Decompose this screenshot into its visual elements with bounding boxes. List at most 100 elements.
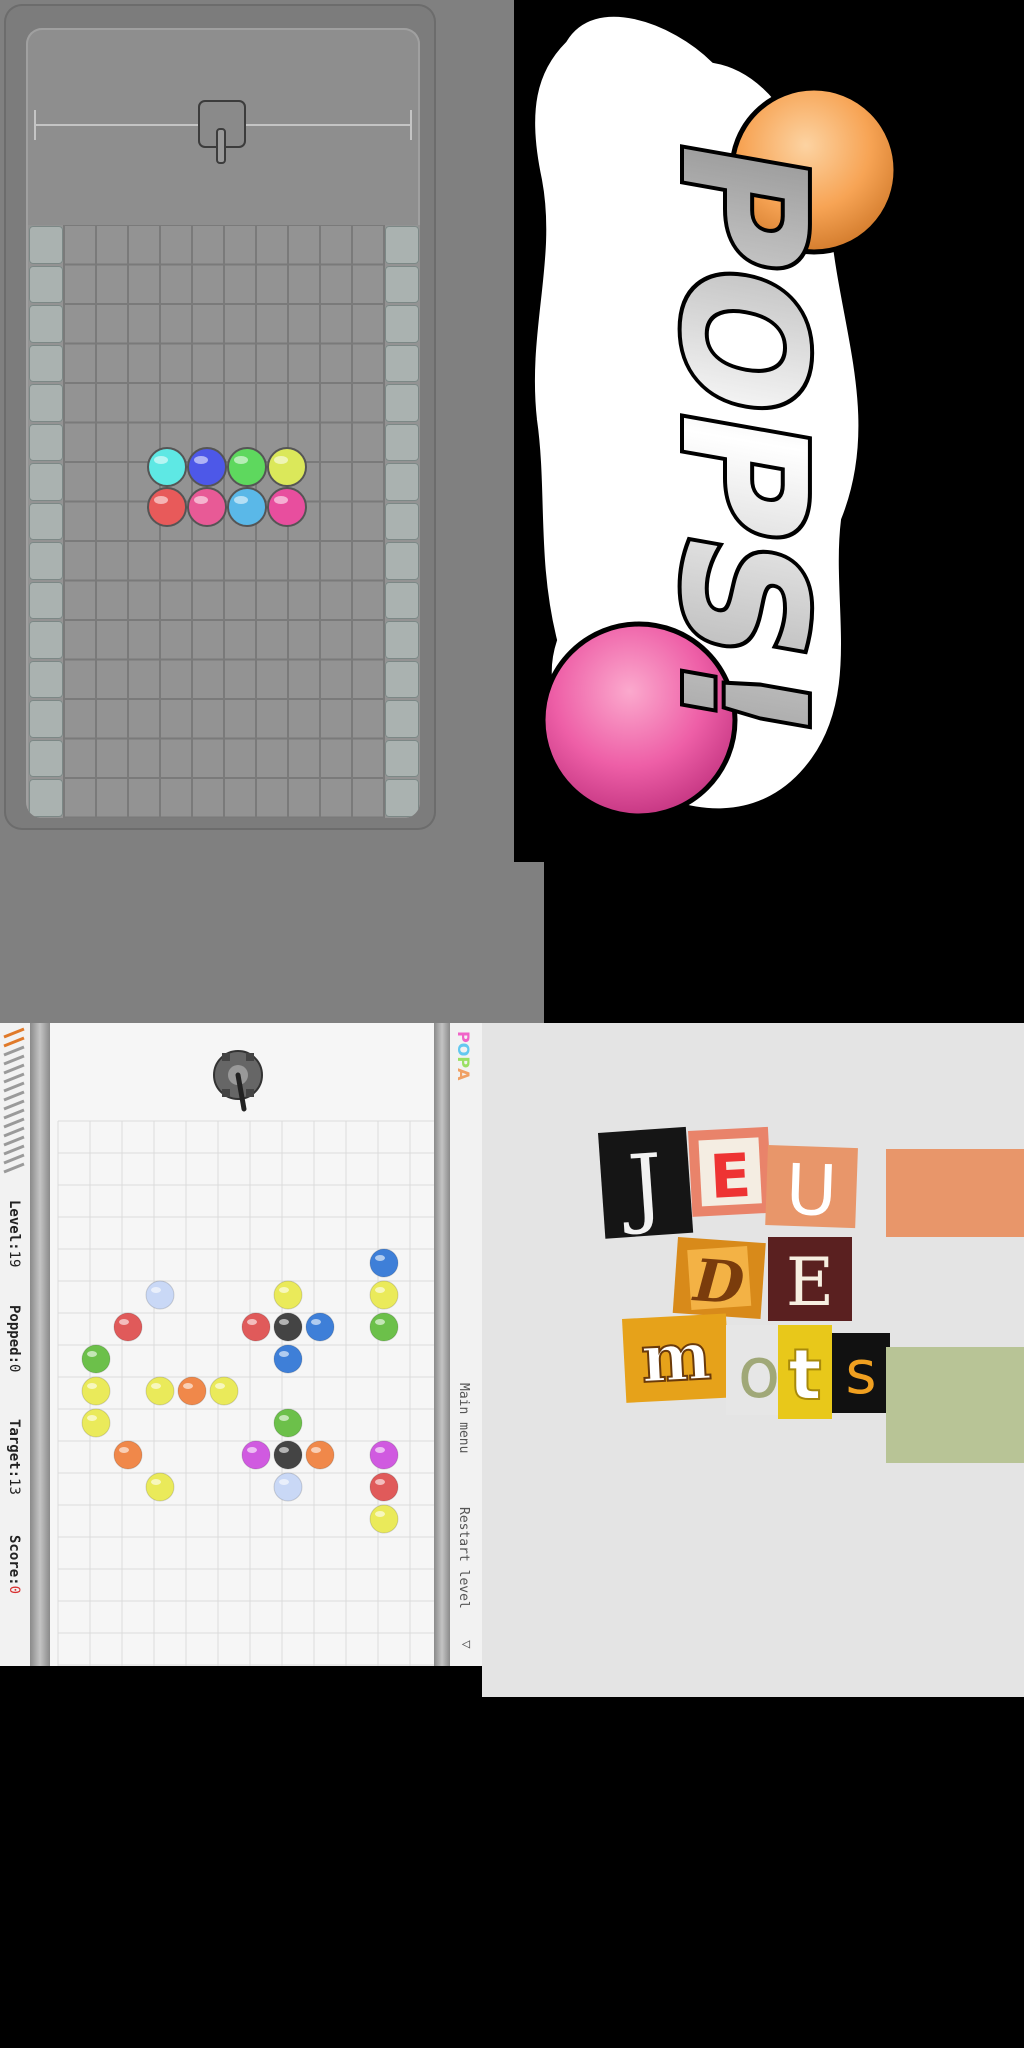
ball [369,1280,399,1310]
ball-highlight [194,456,208,464]
ball-highlight [151,1479,161,1485]
ball-highlight [375,1479,385,1485]
svg-text:t: t [788,1334,821,1416]
score-value: 0 [6,1585,22,1595]
svg-text:E: E [786,1244,834,1321]
ball-highlight [274,456,288,464]
stripe [3,1072,25,1084]
ball-highlight [375,1287,385,1293]
ball-highlight [375,1447,385,1453]
ball-highlight [279,1415,289,1421]
ball [273,1312,303,1342]
stripe [3,1108,25,1120]
pops-logo: POPS! [528,10,899,819]
game-board[interactable] [50,1023,434,1666]
tile-s: s [832,1333,890,1413]
tile-e2: E [768,1237,852,1321]
svg-text:E: E [708,1141,753,1213]
ball [369,1440,399,1470]
rail-end-right [410,110,412,140]
stripe [3,1117,25,1129]
ball [273,1344,303,1374]
ball-highlight [87,1351,97,1357]
tile-d: D [672,1237,766,1319]
jeu-de-mots-logo: J E U D E m o t s [598,1126,1024,1463]
ball-highlight [119,1319,129,1325]
ball-highlight [279,1319,289,1325]
ball-highlight [234,496,248,504]
popped-value: 0 [6,1364,22,1373]
ball [113,1312,143,1342]
stripe [3,1144,25,1156]
ball-highlight [279,1479,289,1485]
ball [81,1408,111,1438]
stripe [3,1090,25,1102]
right-metal-wall [434,1023,450,1666]
ball [147,447,187,487]
ball-highlight [375,1511,385,1517]
rail-end-left [34,110,36,140]
tile-m: m [622,1313,731,1403]
game-grid[interactable] [28,225,420,818]
ball-highlight [247,1319,257,1325]
ball-highlight [215,1383,225,1389]
ball-highlight [87,1415,97,1421]
game-preview-gray-area [0,0,544,1024]
ball-highlight [375,1255,385,1261]
ball-highlight [151,1287,161,1293]
ball [369,1472,399,1502]
stripe [3,1027,25,1039]
tile-e1: E [688,1126,773,1217]
ball-highlight [119,1447,129,1453]
ball [147,487,187,527]
stripe [3,1135,25,1147]
level-stat: Level:19 [6,1200,22,1268]
ball-highlight [279,1447,289,1453]
pops-logo-text: POPS! [643,126,840,754]
popa-logo: POPA [454,1031,473,1081]
cannon[interactable] [208,1043,278,1123]
ball [305,1440,335,1470]
ball-cluster [147,447,307,527]
restart-level-button[interactable]: Restart level [456,1507,471,1609]
ball-highlight [311,1447,321,1453]
ball-highlight [234,456,248,464]
ball [209,1376,239,1406]
ball-highlight [154,496,168,504]
ball-highlight [154,456,168,464]
ball [273,1440,303,1470]
level-value: 19 [6,1250,22,1268]
stripe [3,1162,25,1174]
sound-icon[interactable]: ◁ [458,1636,474,1652]
ball [273,1472,303,1502]
ball-highlight [274,496,288,504]
target-value: 13 [6,1478,22,1495]
main-menu-button[interactable]: Main menu [456,1383,471,1453]
popped-stat: Popped:0 [6,1305,22,1373]
svg-text:D: D [690,1246,747,1317]
ball [369,1312,399,1342]
stripe [3,1036,25,1048]
ball [145,1280,175,1310]
ball [369,1248,399,1278]
orange-swatch [886,1149,1024,1237]
menu-sidebar: POPA Main menu Restart level ◁ [450,1023,482,1666]
cannon-barrel [216,128,226,164]
ball-highlight [247,1447,257,1453]
ball [81,1376,111,1406]
svg-text:o: o [738,1332,781,1414]
ball [305,1312,335,1342]
svg-text:s: s [845,1338,876,1408]
ball [177,1376,207,1406]
ball-highlight [311,1319,321,1325]
ball-highlight [375,1319,385,1325]
ball [227,487,267,527]
ball [113,1440,143,1470]
ball [227,447,267,487]
tile-j: J [598,1126,694,1239]
svg-text:U: U [784,1149,838,1233]
target-stat: Target:13 [6,1419,22,1495]
ball [187,487,227,527]
stripe [3,1045,25,1057]
tile-u: U [765,1145,858,1233]
